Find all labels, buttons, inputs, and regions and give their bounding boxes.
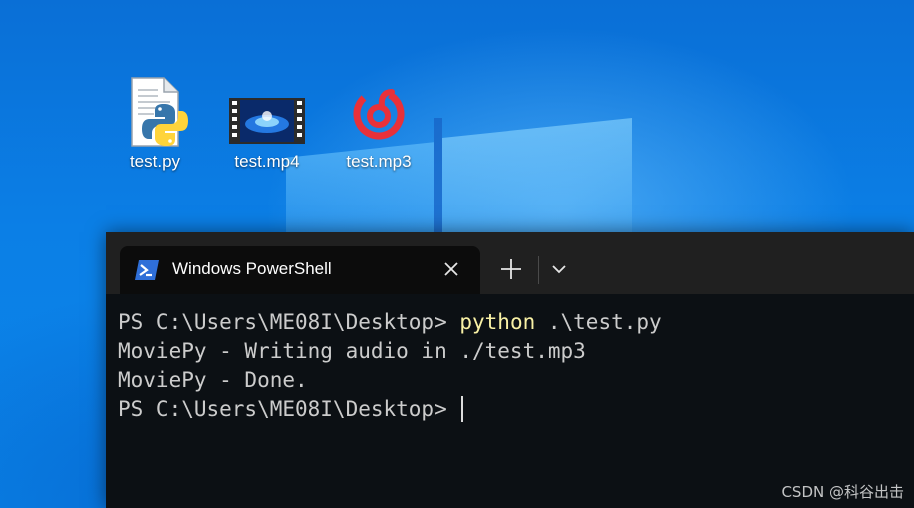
desktop-icon-test-mp3[interactable]: test.mp3: [334, 76, 424, 172]
desktop-icon-label: test.mp4: [234, 152, 300, 171]
desktop-icon-test-mp4[interactable]: test.mp4: [222, 76, 312, 172]
video-file-icon: [227, 76, 307, 148]
prompt-text: PS C:\Users\ME08I\Desktop>: [118, 397, 460, 421]
desktop-icon-label: test.mp3: [346, 152, 412, 171]
command-text: python: [459, 310, 536, 334]
console-line: MoviePy - Writing audio in ./test.mp3: [118, 339, 586, 363]
python-file-icon: [120, 76, 190, 148]
chevron-down-icon[interactable]: [546, 256, 572, 282]
powershell-icon: [134, 259, 160, 281]
console-line: PS C:\Users\ME08I\Desktop>: [118, 395, 914, 424]
desktop-icon-test-py[interactable]: test.py: [110, 76, 200, 172]
wallpaper-window-frame: [434, 118, 442, 248]
terminal-window[interactable]: Windows PowerShell PS C:\Users\ME08I\Des…: [106, 232, 914, 508]
console-line: MoviePy - Done.: [118, 368, 308, 392]
desktop-icon-label: test.py: [129, 152, 181, 171]
console-line: PS C:\Users\ME08I\Desktop> python .\test…: [118, 308, 914, 337]
terminal-titlebar[interactable]: Windows PowerShell: [106, 232, 914, 294]
watermark: CSDN @科谷出击: [781, 483, 904, 501]
text-cursor: [461, 396, 464, 422]
tab-windows-powershell[interactable]: Windows PowerShell: [120, 246, 480, 294]
new-tab-plus-icon[interactable]: [496, 254, 526, 284]
command-args: .\test.py: [535, 310, 662, 334]
netease-music-icon: [344, 76, 414, 148]
close-icon[interactable]: [440, 258, 462, 280]
prompt-text: PS C:\Users\ME08I\Desktop>: [118, 310, 460, 334]
console-output[interactable]: PS C:\Users\ME08I\Desktop> python .\test…: [106, 294, 914, 508]
titlebar-divider: [538, 256, 539, 284]
tab-title: Windows PowerShell: [172, 259, 332, 278]
